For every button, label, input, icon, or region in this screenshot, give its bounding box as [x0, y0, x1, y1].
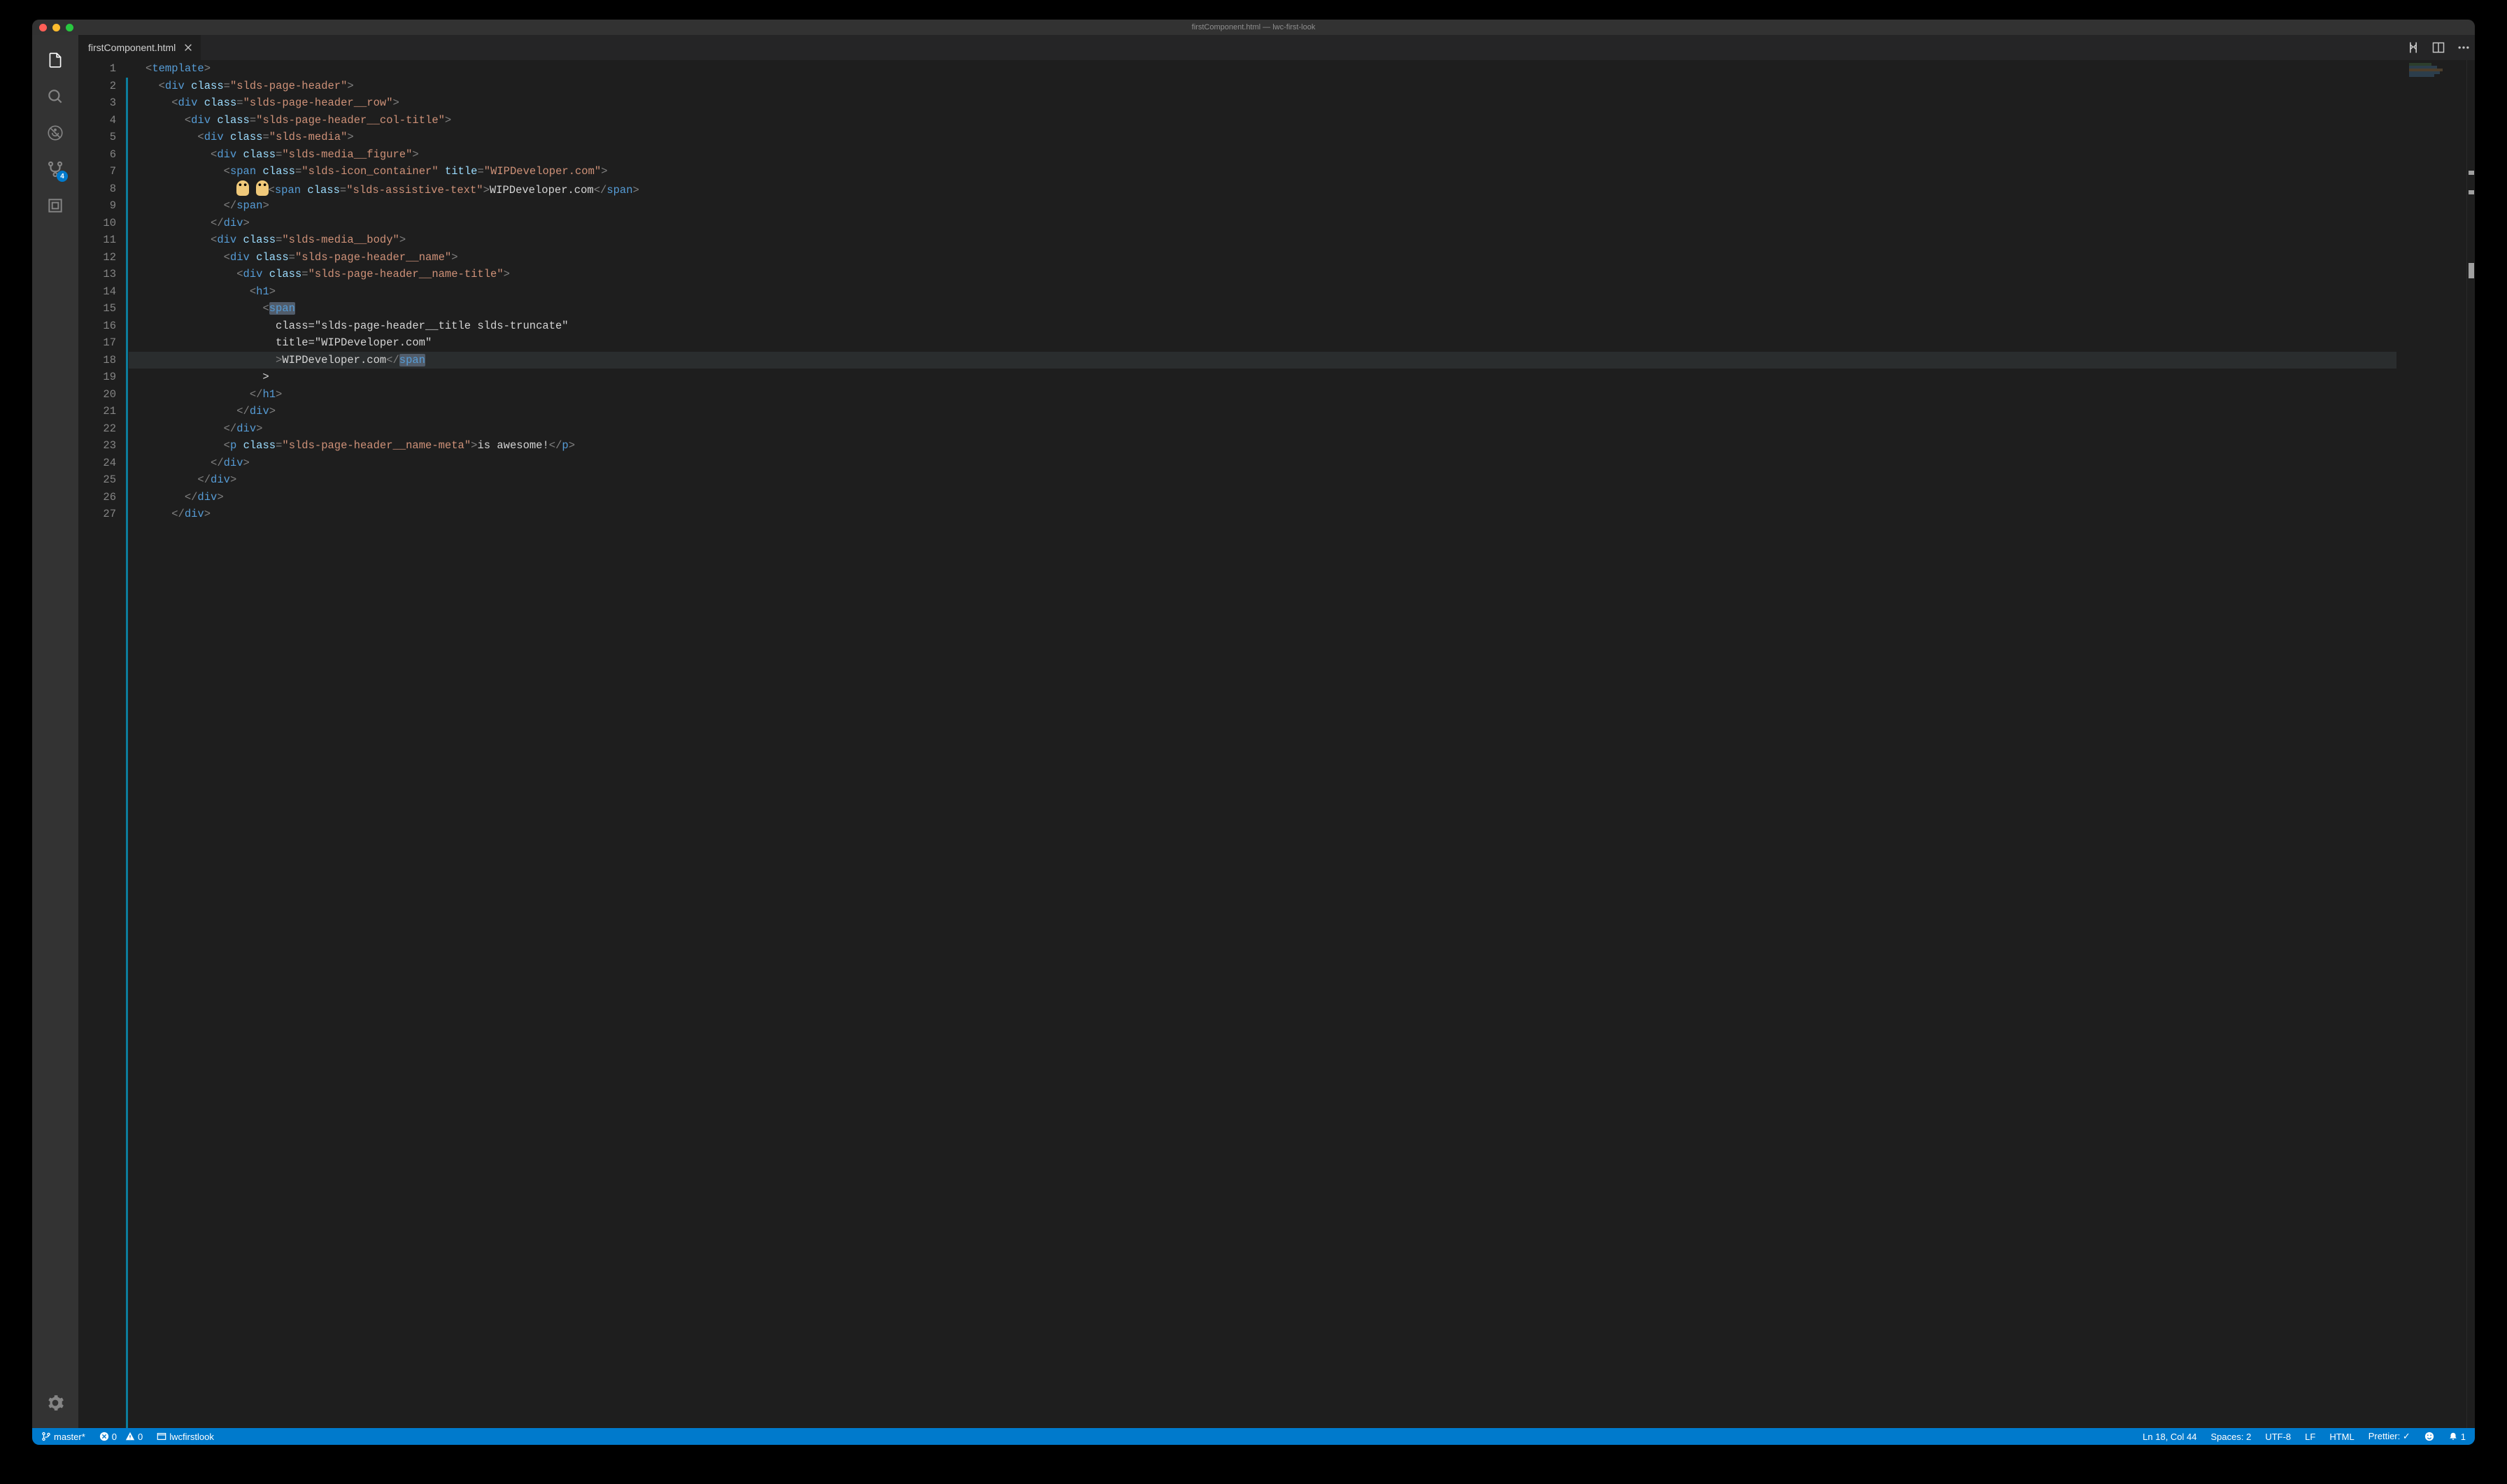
split-editor-icon[interactable] [2431, 41, 2445, 55]
close-window-button[interactable] [39, 24, 47, 31]
compare-changes-icon[interactable] [2406, 41, 2420, 55]
minimap[interactable] [2396, 60, 2466, 1428]
tab-label: firstComponent.html [88, 42, 176, 53]
overview-ruler[interactable] [2466, 60, 2475, 1428]
code-content[interactable]: <template> <div class="slds-page-header"… [129, 60, 2396, 1428]
gutter: 1234567891011121314151617181920212223242… [78, 60, 126, 1428]
status-encoding[interactable]: UTF-8 [2263, 1428, 2293, 1445]
scm-badge: 4 [57, 171, 68, 182]
source-control-icon[interactable]: 4 [38, 152, 72, 186]
status-branch[interactable]: master* [39, 1428, 87, 1445]
status-language[interactable]: HTML [2327, 1428, 2356, 1445]
extensions-icon[interactable] [38, 189, 72, 222]
window-title: firstComponent.html — lwc-first-look [1192, 23, 1316, 31]
status-warnings[interactable]: 0 [123, 1428, 145, 1445]
titlebar: firstComponent.html — lwc-first-look [32, 20, 2475, 35]
minimize-window-button[interactable] [52, 24, 60, 31]
tab-close-button[interactable] [183, 42, 194, 53]
status-feedback[interactable] [2422, 1428, 2436, 1445]
settings-gear-icon[interactable] [38, 1386, 72, 1420]
more-actions-icon[interactable] [2457, 41, 2471, 55]
status-formatter[interactable]: Prettier: ✓ [2366, 1428, 2413, 1445]
status-org[interactable]: lwcfirstlook [155, 1428, 216, 1445]
status-cursor[interactable]: Ln 18, Col 44 [2140, 1428, 2199, 1445]
zoom-window-button[interactable] [66, 24, 73, 31]
tab-firstcomponent[interactable]: firstComponent.html [78, 35, 201, 60]
search-icon[interactable] [38, 80, 72, 113]
editor-tabs: firstComponent.html [78, 35, 2475, 60]
debug-icon[interactable] [38, 116, 72, 150]
status-bar: master* 0 0 lwcfirstlook Ln 18, Col 44 S… [32, 1428, 2475, 1445]
status-eol[interactable]: LF [2303, 1428, 2317, 1445]
editor-body[interactable]: 1234567891011121314151617181920212223242… [78, 60, 2475, 1428]
status-notifications[interactable]: 1 [2446, 1428, 2468, 1445]
status-indent[interactable]: Spaces: 2 [2209, 1428, 2254, 1445]
status-errors[interactable]: 0 [97, 1428, 119, 1445]
app-window: firstComponent.html — lwc-first-look 4 [32, 20, 2475, 1445]
activity-bar: 4 [32, 35, 78, 1428]
explorer-icon[interactable] [38, 43, 72, 77]
